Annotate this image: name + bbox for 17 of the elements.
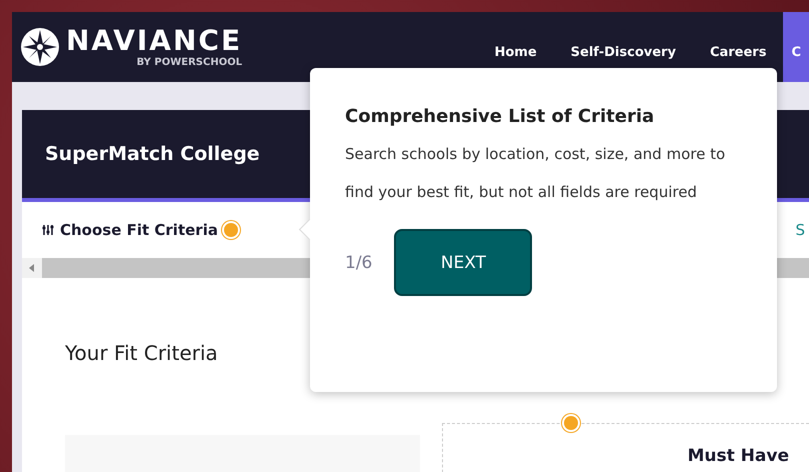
section-title: Your Fit Criteria bbox=[65, 341, 219, 365]
step-tab[interactable]: Choose Fit Criteria bbox=[60, 221, 218, 239]
step-tab[interactable]: S bbox=[795, 221, 809, 239]
scroll-left-icon[interactable] bbox=[29, 264, 35, 272]
step-counter: 1/6 bbox=[345, 252, 372, 272]
popover-text: Search schools by location, cost, size, and more to find your best fit, but not all fields are required bbox=[345, 144, 726, 203]
nav-link[interactable]: C bbox=[783, 12, 809, 82]
brand-name: NAVIANCE bbox=[66, 25, 242, 57]
compass-logo-icon bbox=[20, 27, 60, 67]
beacon-dot bbox=[564, 416, 578, 430]
beacon-dot bbox=[224, 223, 238, 237]
popover-title: Comprehensive List of Criteria bbox=[345, 106, 656, 127]
brand-tagline: BY POWERSCHOOL bbox=[136, 57, 242, 69]
panel-title: Must Have bbox=[688, 446, 789, 468]
page-title: SuperMatch College bbox=[45, 143, 260, 165]
next-button[interactable]: NEXT bbox=[394, 229, 532, 296]
sliders-icon bbox=[42, 224, 54, 236]
